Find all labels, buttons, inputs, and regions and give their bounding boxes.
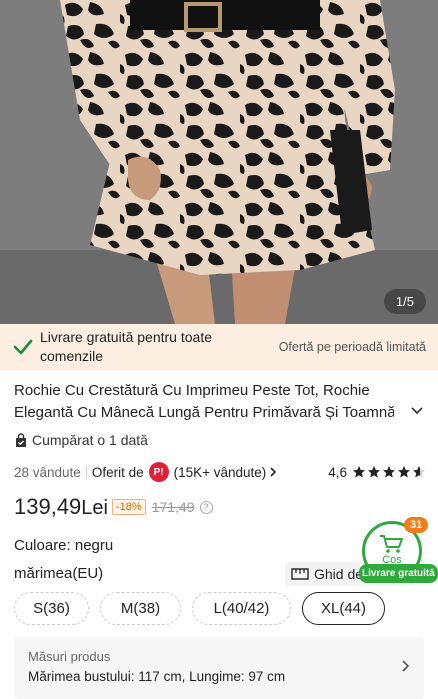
bought-text: Cumpărat o 1 dată [32,432,148,448]
delivery-text: Livrare gratuită pentru toate comenzile [40,329,212,364]
product-title-line-2: Elegantă Cu Mânecă Lungă Pentru Primăvar… [14,404,394,421]
price-currency: Lei [81,497,108,519]
free-delivery-banner: Livrare gratuită pentru toate comenzile … [0,324,438,370]
size-option-xl[interactable]: XL(44) [302,592,385,625]
bought-info: Cumpărat o 1 dată [14,432,148,448]
sold-count: 28 vândute [14,464,81,480]
size-option-s[interactable]: S(36) [14,592,89,625]
product-measurements[interactable]: Măsuri produs Mărimea bustului: 117 cm, … [14,637,424,699]
seller-logo[interactable]: P! [148,462,169,482]
star-icon [383,466,395,478]
rating[interactable]: 4,6 [328,465,426,480]
chevron-right-icon[interactable] [269,466,277,478]
half-star-icon [413,466,425,478]
cart-count-badge: 31 [404,517,429,533]
seller-row: 28 vândute Oferit de P! (15K+ vândute) 4… [14,462,426,482]
image-counter: 1/5 [383,289,426,314]
star-icon [353,466,365,478]
measurements-title: Măsuri produs [28,649,111,664]
shopping-bag-icon [16,432,26,447]
product-image[interactable]: 1/5 [0,0,438,324]
product-title-line-1: Rochie Cu Crestătură Cu Imprimeu Peste T… [14,382,370,399]
price-value: 139,49 [14,494,82,519]
chevron-right-icon [402,660,410,672]
seller-sold-count[interactable]: (15K+ vândute) [174,465,267,480]
product-title: Rochie Cu Crestătură Cu Imprimeu Peste T… [14,380,394,424]
old-price: 171,49 [151,499,195,515]
dress-photo [0,0,438,324]
divider [85,465,87,479]
measurements-value: Mărimea bustului: 117 cm, Lungime: 97 cm [28,669,286,684]
offered-by-label: Oferit de [91,464,144,480]
size-options: S(36) M(38) L(40/42) XL(44) [14,592,396,625]
expand-title-chevron-icon[interactable] [410,404,424,418]
size-label: mărimea(EU) [14,565,104,582]
info-icon[interactable]: ? [199,500,213,514]
current-price: 139,49Lei [14,494,108,520]
discount-badge: -18% [112,499,146,515]
color-label: Culoare: negru [14,537,114,554]
size-option-m[interactable]: M(38) [100,592,181,625]
star-icon [368,466,380,478]
price-row: 139,49Lei -18% 171,49 ? [14,494,213,520]
size-option-l[interactable]: L(40/42) [192,592,291,625]
ruler-icon [291,568,309,580]
cart-free-delivery-badge: Livrare gratuită [359,564,438,583]
rating-value: 4,6 [328,464,347,480]
check-icon [13,339,33,355]
cart-icon [380,535,403,553]
star-icon [398,466,410,478]
limited-offer-text: Ofertă pe perioadă limitată [278,340,426,354]
